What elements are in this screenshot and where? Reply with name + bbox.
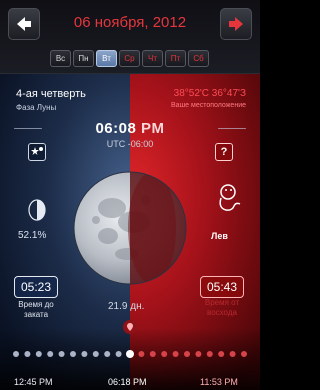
illumination-value: 52.1% — [18, 230, 47, 241]
help-button[interactable]: ? — [215, 143, 233, 161]
previous-day-button[interactable] — [8, 8, 40, 40]
time-ampm: PM — [141, 120, 165, 137]
weekday-sun[interactable]: Вс — [50, 50, 71, 67]
location-icon — [127, 323, 133, 331]
timeline-center-time: 06:18 PM — [108, 377, 147, 387]
phase-name: 4-ая четверть — [16, 88, 86, 100]
weekday-sat[interactable]: Сб — [188, 50, 209, 67]
timeline-phase-dot — [58, 351, 65, 357]
moon-age: 21.9 дн. — [108, 301, 145, 312]
right-top-frame — [218, 128, 246, 129]
next-day-button[interactable] — [220, 8, 252, 40]
timeline-phase-dot — [92, 351, 99, 357]
timeline-phase-dot — [149, 351, 156, 357]
moon-phase-screen: 06 ноября, 2012 Вс Пн Вт Ср Чт Пт Сб 4-а… — [0, 0, 260, 390]
weekday-mon[interactable]: Пн — [73, 50, 94, 67]
zodiac-label: Лев — [211, 231, 228, 241]
phase-caption: Фаза Луны — [16, 103, 57, 112]
timeline-phase-dot — [104, 351, 111, 357]
moonrise-caption-line1: Время от — [204, 298, 240, 307]
timeline-phase-dot — [138, 351, 145, 357]
timeline-phase-dot — [70, 351, 76, 357]
moonrise-caption-line2: восхода — [207, 308, 237, 317]
weekday-fri[interactable]: Пт — [165, 50, 186, 67]
moonset-caption-line2: заката — [23, 310, 49, 319]
weekday-selector: Вс Пн Вт Ср Чт Пт Сб — [50, 50, 209, 67]
phase-timeline[interactable] — [10, 346, 250, 362]
back-arrow-icon — [17, 17, 31, 31]
leo-icon — [210, 180, 246, 216]
timeline-phase-dot — [81, 351, 88, 357]
timeline-phase-dot — [184, 351, 190, 357]
timeline-phase-dot — [13, 351, 19, 357]
weekday-tue[interactable]: Вт — [96, 50, 117, 67]
coordinates: 38°52'C 36°47'З — [173, 88, 246, 99]
weekday-thu[interactable]: Чт — [142, 50, 163, 67]
utc-offset: UTC -06:00 — [106, 139, 154, 149]
moonset-caption-line1: Время до — [18, 300, 54, 309]
timeline-phase-dot — [161, 351, 168, 357]
timeline-phase-dot — [24, 351, 31, 357]
location-caption: Ваше местоположение — [171, 102, 246, 109]
left-top-frame — [14, 128, 42, 129]
forward-arrow-icon — [229, 17, 243, 31]
timeline-phase-dot — [229, 351, 236, 357]
current-time: 06:08 PM — [60, 120, 200, 137]
location-button[interactable] — [123, 320, 137, 334]
weekday-wed[interactable]: Ср — [119, 50, 140, 67]
help-icon: ? — [220, 146, 228, 158]
timeline-end-time: 11:53 PM — [200, 377, 238, 387]
timeline-phase-dot — [47, 351, 54, 357]
moonrise-caption: Время от восхода — [192, 298, 252, 318]
timeline-phase-dot — [218, 351, 225, 357]
timeline-phase-dot — [126, 350, 134, 358]
timeline-phase-dot — [172, 351, 179, 357]
favorites-button[interactable] — [28, 143, 46, 161]
timeline-start-time: 12:45 PM — [14, 377, 53, 387]
timeline-phase-dot — [35, 351, 42, 357]
moon-image — [72, 170, 188, 286]
moonset-time: 05:23 — [14, 276, 58, 298]
timeline-phase-dot — [115, 351, 122, 357]
star-moon-icon — [31, 147, 43, 155]
illumination-icon — [28, 199, 46, 226]
moonset-caption: Время до заката — [6, 300, 66, 320]
date-title: 06 ноября, 2012 — [73, 14, 187, 31]
timeline-phase-dot — [206, 351, 213, 357]
moonrise-time: 05:43 — [200, 276, 244, 298]
timeline-phase-dot — [241, 351, 247, 357]
time-value: 06:08 — [95, 120, 137, 137]
timeline-phase-dot — [195, 351, 202, 357]
